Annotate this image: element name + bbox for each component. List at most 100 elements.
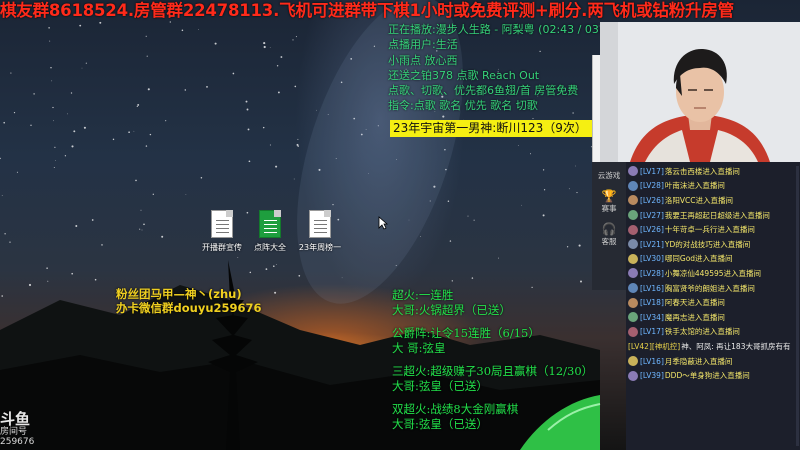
chat-message[interactable]: [LV27] 我要王再超起日超级进入直播间: [626, 208, 800, 223]
challenge-title: 超火:一连胜: [392, 288, 454, 302]
user-level-badge: [LV18]: [640, 298, 664, 308]
desktop-icon-promo[interactable]: 开播群宣传: [198, 210, 246, 253]
chat-message[interactable]: [LV18] 阿春天进入直播间: [626, 295, 800, 310]
cloud-game-button[interactable]: 云游戏: [592, 170, 626, 181]
tool-label: 赛事: [601, 204, 617, 213]
user-level-badge: [LV27]: [640, 210, 664, 220]
user-level-badge: [LV30]: [640, 254, 664, 264]
chat-message[interactable]: [LV17] 落云击西楼进入直播间: [626, 164, 800, 179]
user-avatar[interactable]: [628, 224, 638, 235]
chat-list: [LV17] 落云击西楼进入直播间 [LV28] 叶南沫进入直播间 [LV26] 洛阳VC…: [626, 162, 800, 383]
music-info-panel: 正在播放:漫步人生路 - 阿梨粤 (02:43 / 03:38) 点播用户:生活…: [388, 22, 621, 114]
chat-message[interactable]: [LV21] YD的对战技巧进入直播间: [626, 237, 800, 252]
chat-message-text: 神、阿凤: 再让183大哥抓房有有: [681, 341, 791, 351]
now-playing-line: 正在播放:漫步人生路 - 阿梨粤 (02:43 / 03:38): [388, 23, 621, 36]
tool-label: 云游戏: [597, 171, 621, 180]
chat-message[interactable]: [LV42][神机控] 神、阿凤: 再让183大哥抓房有有: [626, 339, 800, 354]
chat-message-text: 叶南沫进入直播间: [664, 181, 725, 191]
user-avatar[interactable]: [628, 210, 638, 221]
wechat-group-line: 办卡微信群douyu259676: [116, 301, 262, 315]
user-level-badge: [LV21]: [640, 239, 664, 249]
chat-message-text: 阿春天进入直播间: [664, 298, 725, 308]
user-level-badge: [LV28]: [640, 181, 664, 191]
chat-message[interactable]: [LV28] 叶南沫进入直播间: [626, 179, 800, 194]
events-button[interactable]: 🏆 赛事: [592, 189, 626, 214]
challenge-sponsor: 大哥:火锅超界（已送）: [392, 303, 511, 317]
user-level-badge: [LV42][神机控]: [628, 341, 681, 351]
desktop-icon-label: 23年周榜一: [298, 243, 342, 252]
user-avatar[interactable]: [628, 312, 638, 323]
requester-line: 点播用户:生活: [388, 38, 458, 52]
song-command-line: 指令:点歌 歌名 优先 歌名 切歌: [388, 99, 538, 113]
room-number: 259676: [0, 437, 35, 447]
challenge-sponsor: 大哥:弦皇（已送）: [392, 417, 488, 431]
chat-message[interactable]: [LV30] 哪同God进入直播间: [626, 252, 800, 267]
side-toolbar: 云游戏 🏆 赛事 🎧 客服: [592, 162, 626, 290]
chat-panel[interactable]: [LV17] 落云击西楼进入直播间 [LV28] 叶南沫进入直播间 [LV26] 洛阳VC…: [626, 162, 800, 450]
streamer-video: [600, 22, 800, 162]
challenge-title: 公爵阵:让令15连胜（6/15）: [392, 326, 540, 340]
document-icon: [309, 210, 331, 238]
chat-message-text: DDD～单身狗进入直播间: [664, 371, 750, 381]
user-avatar[interactable]: [628, 195, 638, 206]
user-level-badge: [LV28]: [640, 268, 664, 278]
chat-message-text: 哪同God进入直播间: [664, 254, 733, 264]
challenge-title: 双超火:战绩8大金刚赢棋: [392, 402, 519, 416]
chat-message-text: 小舞凉仙449595进入直播间: [664, 268, 762, 278]
trophy-icon: 🏆: [601, 189, 617, 203]
user-level-badge: [LV17]: [640, 327, 664, 337]
user-avatar[interactable]: [628, 239, 638, 250]
user-avatar[interactable]: [628, 180, 638, 191]
challenge-sponsor: 大 哥:弦皇: [392, 341, 446, 355]
chat-message[interactable]: [LV26] 十年苛卓一兵行进入直播间: [626, 222, 800, 237]
user-avatar[interactable]: [628, 356, 638, 367]
chat-message[interactable]: [LV17] 铁手太馆的进入直播间: [626, 325, 800, 340]
chat-message[interactable]: [LV26] 洛阳VCC进入直播间: [626, 193, 800, 208]
chat-message[interactable]: [LV39] DDD～单身狗进入直播间: [626, 368, 800, 383]
gift-song-line: 还送之铂378 点歌 Reach Out: [388, 68, 540, 82]
desktop-icon-label: 点阵大全: [254, 243, 286, 252]
chat-message[interactable]: [LV16] 胸富贤爷的朗姐进入直播间: [626, 281, 800, 296]
challenge-item: 公爵阵:让令15连胜（6/15） 大 哥:弦皇: [392, 326, 593, 356]
fan-club-info: 粉丝团马甲—神丶(zhu) 办卡微信群douyu259676: [116, 287, 262, 315]
announcement-banner: 棋友群8618524.房管群22478113.飞机可进群带下棋1小时或免费评测+…: [0, 1, 734, 20]
chat-message[interactable]: [LV16] 月季隐蔽进入直播间: [626, 354, 800, 369]
song-price-line: 点歌、切歌、优先都6鱼翅/首 房管免费: [388, 84, 579, 98]
chat-message-text: 魔再志进入直播间: [664, 312, 725, 322]
support-button[interactable]: 🎧 客服: [592, 222, 626, 247]
desktop-icon-label: 开播群宣传: [202, 243, 242, 252]
chat-message[interactable]: [LV34] 魔再志进入直播间: [626, 310, 800, 325]
logo-subtitle: 房间号: [0, 427, 28, 437]
user-level-badge: [LV39]: [640, 371, 664, 381]
chat-message[interactable]: [LV28] 小舞凉仙449595进入直播间: [626, 266, 800, 281]
challenge-list: 超火:一连胜 大哥:火锅超界（已送） 公爵阵:让令15连胜（6/15） 大 哥:…: [392, 288, 593, 432]
user-avatar[interactable]: [628, 268, 638, 279]
user-avatar[interactable]: [628, 283, 638, 294]
desktop-icon-dots[interactable]: 点阵大全: [246, 210, 294, 253]
user-avatar[interactable]: [628, 326, 638, 337]
douyu-logo: 斗鱼 房间号 259676: [0, 410, 36, 448]
challenge-item: 三超火:超级赚子30局且赢棋（12/30） 大哥:弦皇（已送）: [392, 364, 593, 394]
chat-message-text: 胸富贤爷的朗姐进入直播间: [664, 283, 755, 293]
challenge-sponsor: 大哥:弦皇（已送）: [392, 379, 488, 393]
tool-label: 客服: [601, 237, 617, 246]
desktop-icon-weekly[interactable]: 23年周榜一: [296, 210, 344, 253]
user-level-badge: [LV34]: [640, 312, 664, 322]
challenge-item: 超火:一连胜 大哥:火锅超界（已送）: [392, 288, 593, 318]
challenge-item: 双超火:战绩8大金刚赢棋 大哥:弦皇（已送）: [392, 402, 593, 432]
chat-scrollbar[interactable]: [796, 166, 799, 446]
chat-message-text: 铁手太馆的进入直播间: [664, 327, 740, 337]
user-level-badge: [LV16]: [640, 283, 664, 293]
user-avatar[interactable]: [628, 253, 638, 264]
challenge-title: 三超火:超级赚子30局且赢棋（12/30）: [392, 364, 594, 378]
document-icon: [211, 210, 233, 238]
spreadsheet-icon: [259, 210, 281, 238]
user-avatar[interactable]: [628, 297, 638, 308]
chat-message-text: 月季隐蔽进入直播间: [664, 356, 733, 366]
user-avatar[interactable]: [628, 166, 638, 177]
chat-message-text: 洛阳VCC进入直播间: [664, 195, 733, 205]
user-avatar[interactable]: [628, 370, 638, 381]
user-level-badge: [LV26]: [640, 225, 664, 235]
logo-mark: 斗鱼: [0, 410, 31, 428]
chat-message-text: YD的对战技巧进入直播间: [664, 239, 751, 249]
